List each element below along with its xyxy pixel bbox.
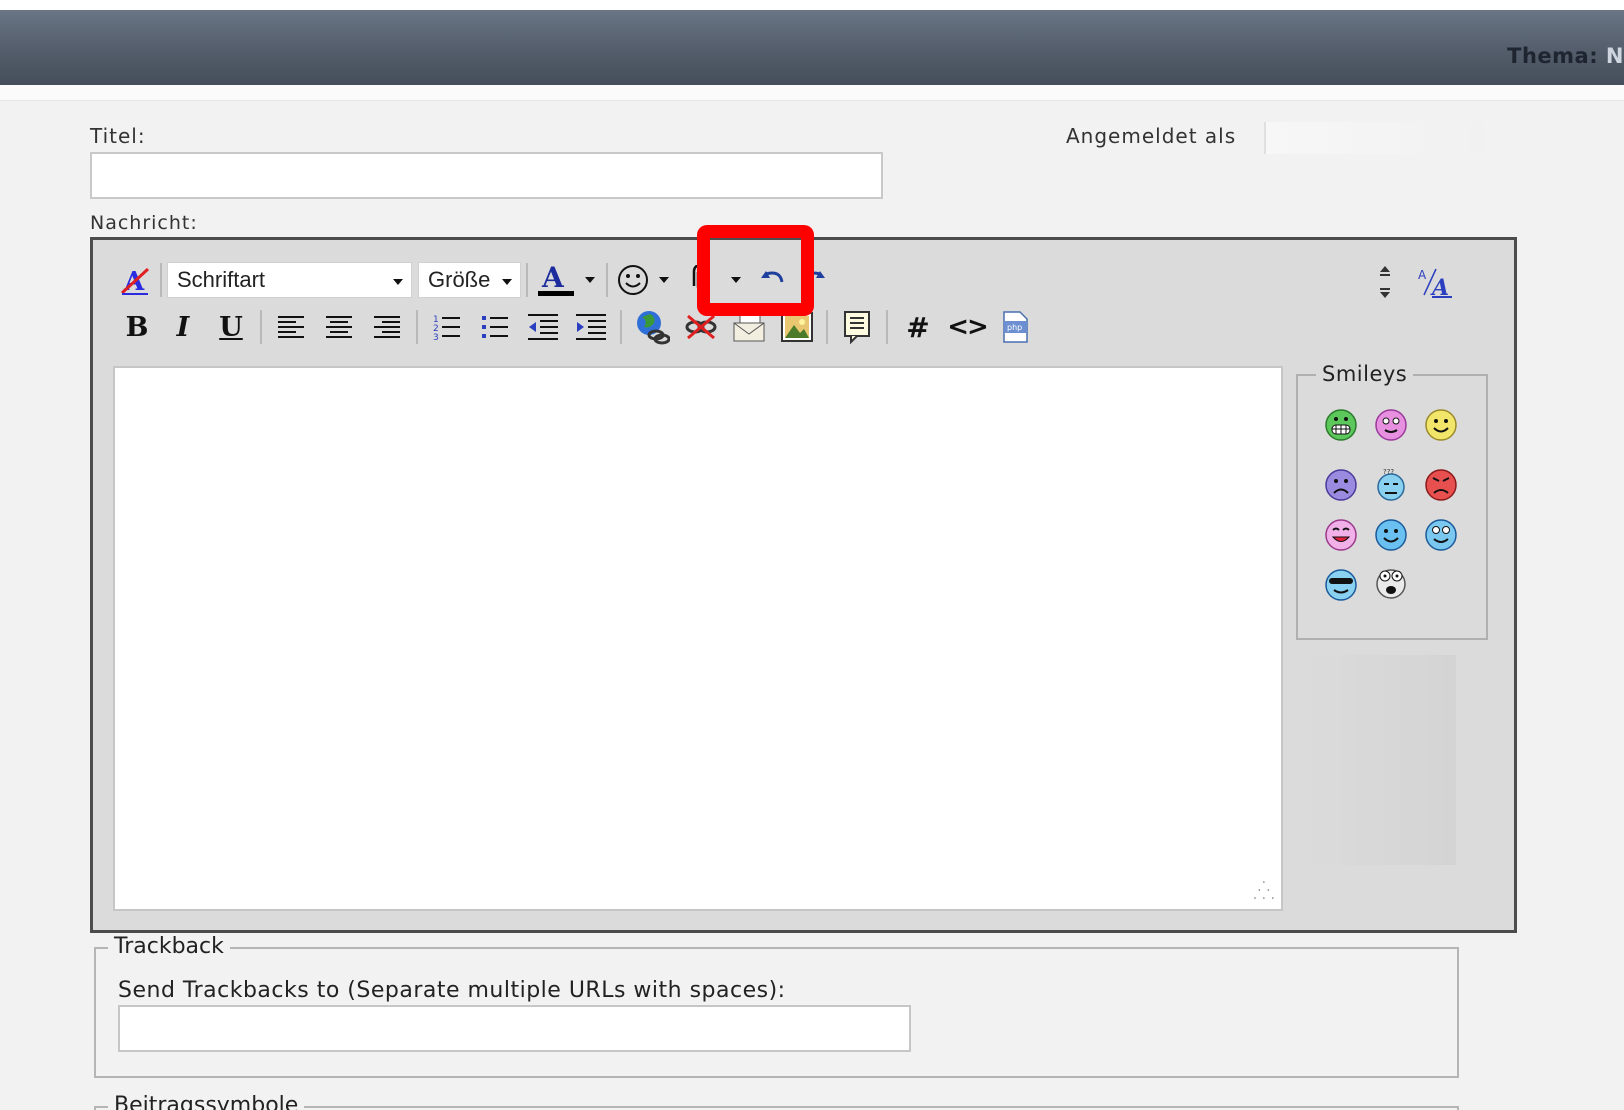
font-size-value: Größe: [428, 267, 491, 292]
insert-link-button[interactable]: [627, 307, 677, 347]
smiley-confused[interactable]: ???: [1374, 468, 1408, 502]
toolbar-separator: [886, 310, 888, 344]
ordered-list-icon: 1 2 3: [433, 315, 460, 342]
font-family-value: Schriftart: [177, 267, 266, 292]
unordered-list-icon: [482, 316, 508, 338]
header-divider: [0, 85, 1624, 101]
code-button[interactable]: <>: [943, 307, 991, 347]
title-input[interactable]: [90, 152, 883, 199]
quote-icon: [844, 311, 870, 344]
theme-value: N: [1605, 44, 1624, 68]
chevron-down-icon[interactable]: [659, 277, 669, 283]
align-center-icon: [326, 316, 352, 338]
font-color-button[interactable]: A: [533, 260, 579, 300]
logged-in-label: Angemeldet als: [1066, 124, 1237, 148]
font-color-icon: A: [538, 262, 574, 296]
font-family-select[interactable]: Schriftart: [167, 262, 412, 298]
font-size-select[interactable]: Größe: [418, 262, 521, 298]
bold-button[interactable]: B: [115, 307, 159, 347]
post-icons-fieldset: Beitragssymbole: [94, 1093, 1459, 1110]
align-left-icon: [278, 316, 304, 338]
top-header-bar: Thema: N: [0, 0, 1624, 85]
smiley-grin[interactable]: [1324, 408, 1358, 442]
smiley-tongue[interactable]: [1324, 518, 1358, 552]
rich-text-editor: A Schriftart Größe A: [90, 237, 1517, 933]
underline-button[interactable]: U: [207, 307, 255, 347]
php-button[interactable]: php: [991, 307, 1039, 347]
remove-format-icon: A: [120, 267, 150, 297]
svg-text:3: 3: [433, 333, 439, 342]
svg-text:???: ???: [1383, 468, 1394, 476]
smiley-wink[interactable]: [1424, 518, 1458, 552]
message-label: Nachricht:: [90, 212, 198, 234]
toolbar-separator: [160, 263, 162, 297]
toolbar-separator: [620, 310, 622, 344]
emoticons-button[interactable]: [613, 260, 653, 300]
smiley-angry[interactable]: [1424, 468, 1458, 502]
smiley-cool[interactable]: [1324, 568, 1358, 602]
toolbar-separator: [826, 310, 828, 344]
post-icons-legend: Beitragssymbole: [108, 1093, 305, 1110]
svg-text:A: A: [1418, 268, 1427, 282]
smileys-panel: Smileys ???: [1296, 362, 1488, 640]
logged-in-username: [1264, 122, 1484, 154]
align-right-button[interactable]: [363, 307, 411, 347]
toolbar-separator: [260, 310, 262, 344]
chevron-down-icon: [502, 279, 512, 285]
trackback-input[interactable]: [118, 1005, 911, 1052]
unlink-icon: [685, 314, 717, 340]
ordered-list-button[interactable]: 1 2 3: [423, 307, 471, 347]
toolbar-row-2: B I U 1 2 3 # <> php: [115, 307, 1039, 347]
chevron-down-icon: [393, 279, 403, 285]
message-textarea[interactable]: · · · · · ·: [113, 366, 1283, 911]
italic-button[interactable]: I: [159, 307, 207, 347]
toolbar-separator: [526, 263, 528, 297]
toolbar-separator: [606, 263, 608, 297]
toolbar-separator: [416, 310, 418, 344]
resize-toggle-button[interactable]: [1365, 262, 1405, 302]
smileys-legend: Smileys: [1316, 362, 1414, 386]
align-right-icon: [374, 316, 400, 338]
resize-grip-icon[interactable]: · · · · · ·: [1253, 876, 1275, 906]
smiley-smile[interactable]: [1424, 408, 1458, 442]
smileys-panel-shadow: [1306, 655, 1456, 865]
attachment-highlight-box: [697, 225, 814, 316]
globe-link-icon: [637, 311, 670, 345]
smiley-shocked[interactable]: [1374, 566, 1408, 600]
indent-icon: [576, 314, 606, 340]
theme-label: Thema: N: [1507, 44, 1624, 68]
unordered-list-button[interactable]: [471, 307, 519, 347]
php-file-icon: php: [1003, 311, 1028, 343]
align-left-button[interactable]: [267, 307, 315, 347]
outdent-icon: [528, 314, 558, 340]
svg-text:A: A: [541, 262, 565, 294]
remove-format-button[interactable]: A: [115, 260, 155, 300]
smiley-sad[interactable]: [1324, 468, 1358, 502]
svg-text:A: A: [1430, 275, 1449, 299]
trackback-label: Send Trackbacks to (Separate multiple UR…: [118, 978, 786, 1003]
smiley-blush[interactable]: [1374, 408, 1408, 442]
insert-quote-button[interactable]: [833, 307, 881, 347]
expand-collapse-icon: [1380, 266, 1390, 298]
text-direction-icon: A A: [1418, 268, 1452, 299]
outdent-button[interactable]: [519, 307, 567, 347]
title-label: Titel:: [90, 124, 146, 148]
text-direction-button[interactable]: A A: [1415, 262, 1455, 302]
trackback-legend: Trackback: [108, 934, 230, 959]
smiley-happy[interactable]: [1374, 518, 1408, 552]
smiley-icon: [618, 265, 648, 295]
svg-text:php: php: [1007, 323, 1022, 332]
hashtag-button[interactable]: #: [893, 307, 943, 347]
indent-button[interactable]: [567, 307, 615, 347]
chevron-down-icon[interactable]: [585, 277, 595, 283]
align-center-button[interactable]: [315, 307, 363, 347]
